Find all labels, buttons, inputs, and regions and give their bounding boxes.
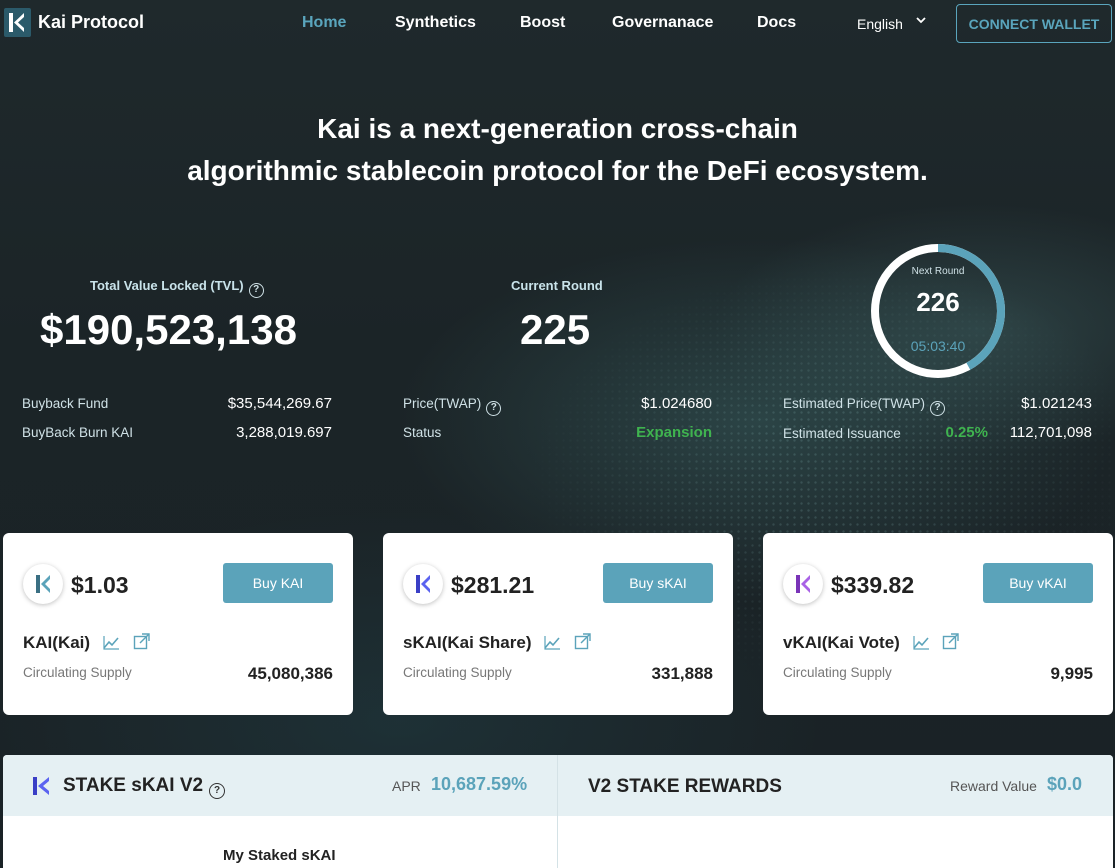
nav-boost[interactable]: Boost <box>520 14 565 32</box>
connect-wallet-button[interactable]: CONNECT WALLET <box>956 4 1112 43</box>
help-icon[interactable]: ? <box>209 783 226 799</box>
tvl-label: Total Value Locked (TVL)? <box>90 278 264 298</box>
estimated-issuance-percent: 0.25% <box>945 424 988 441</box>
tvl-label-text: Total Value Locked (TVL) <box>90 278 244 293</box>
estimated-issuance-value: 112,701,098 <box>1009 424 1092 441</box>
next-round-value: 226 <box>916 287 960 317</box>
buy-vkai-button[interactable]: Buy vKAI <box>983 563 1093 603</box>
chart-icon[interactable] <box>912 635 930 655</box>
reward-value-label: Reward Value <box>950 778 1037 794</box>
next-round-countdown: 05:03:40 <box>910 338 966 354</box>
stake-title: STAKE sKAI V2? <box>63 775 226 799</box>
buy-kai-button[interactable]: Buy KAI <box>223 563 333 603</box>
current-round-value: 225 <box>520 306 591 353</box>
estimated-price-label: Estimated Price(TWAP)? <box>783 396 946 416</box>
chart-icon[interactable] <box>544 635 561 655</box>
current-round-label: Current Round <box>511 278 603 293</box>
estimated-price-label-text: Estimated Price(TWAP) <box>783 396 926 411</box>
help-icon[interactable]: ? <box>486 401 502 416</box>
help-icon[interactable]: ? <box>248 283 264 298</box>
buy-skai-button[interactable]: Buy sKAI <box>603 563 713 603</box>
rewards-title: V2 STAKE REWARDS <box>588 776 782 797</box>
kai-price: $1.03 <box>71 572 129 598</box>
skai-supply-value: 331,888 <box>651 664 713 683</box>
stake-divider <box>557 755 558 868</box>
estimated-price-value: $1.021243 <box>1021 395 1092 412</box>
apr-label: APR <box>392 778 421 794</box>
hero-line-1: Kai is a next-generation cross-chain <box>317 113 798 144</box>
vkai-token-icon <box>783 564 823 604</box>
chart-icon[interactable] <box>103 635 120 655</box>
buyback-burn-value: 3,288,019.697 <box>236 424 332 441</box>
brand-name[interactable]: Kai Protocol <box>38 12 144 33</box>
reward-value: $0.0 <box>1047 774 1083 794</box>
external-link-icon[interactable] <box>574 633 591 655</box>
kai-supply-value: 45,080,386 <box>247 664 333 683</box>
external-link-icon[interactable] <box>133 633 150 655</box>
hero-headline: Kai is a next-generation cross-chain alg… <box>0 108 1115 192</box>
buyback-fund-value: $35,544,269.67 <box>227 395 332 412</box>
skai-supply-label: Circulating Supply <box>403 665 512 680</box>
nav-docs[interactable]: Docs <box>757 14 796 32</box>
skai-price: $281.21 <box>451 572 535 598</box>
price-twap-label-text: Price(TWAP) <box>403 396 482 411</box>
skai-token-icon <box>403 564 443 604</box>
top-nav: Kai Protocol Home Synthetics Boost Gover… <box>0 0 1115 46</box>
next-round-timer: Next Round 226 05:03:40 <box>868 241 1008 381</box>
kai-token-name-text: KAI(Kai) <box>23 633 91 652</box>
kai-token-card: $1.03 Buy KAI KAI(Kai) Circulating Suppl… <box>3 533 353 715</box>
estimated-issuance-label: Estimated Issuance <box>783 426 901 441</box>
vkai-supply-value: 9,995 <box>1050 664 1093 683</box>
tvl-value: $190,523,138 <box>40 306 297 353</box>
apr-value: 10,687.59% <box>431 774 528 794</box>
stake-panel: STAKE sKAI V2? APR 10,687.59% V2 STAKE R… <box>3 755 1113 868</box>
vkai-token-name-text: vKAI(Kai Vote) <box>783 633 900 652</box>
buyback-burn-label: BuyBack Burn KAI <box>22 425 134 440</box>
kai-logo-icon[interactable] <box>4 8 31 37</box>
skai-token-name-text: sKAI(Kai Share) <box>403 633 532 652</box>
buyback-fund-label: Buyback Fund <box>22 396 109 411</box>
vkai-supply-label: Circulating Supply <box>783 665 892 680</box>
price-twap-value: $1.024680 <box>641 395 712 412</box>
nav-home[interactable]: Home <box>302 14 346 32</box>
language-select[interactable]: English <box>857 16 903 32</box>
status-value: Expansion <box>636 424 712 441</box>
stake-title-text: STAKE sKAI V2 <box>63 775 204 796</box>
skai-token-card: $281.21 Buy sKAI sKAI(Kai Share) Circula… <box>383 533 733 715</box>
kai-supply-label: Circulating Supply <box>23 665 132 680</box>
chevron-down-icon[interactable] <box>914 13 928 32</box>
vkai-price: $339.82 <box>831 572 915 598</box>
vkai-token-card: $339.82 Buy vKAI vKAI(Kai Vote) Circulat… <box>763 533 1113 715</box>
price-twap-label: Price(TWAP)? <box>403 396 502 416</box>
kai-token-icon <box>23 564 63 604</box>
skai-token-name: sKAI(Kai Share) <box>403 633 591 655</box>
nav-synthetics[interactable]: Synthetics <box>395 14 476 32</box>
status-label: Status <box>403 425 442 440</box>
next-round-label: Next Round <box>911 266 965 277</box>
vkai-token-name: vKAI(Kai Vote) <box>783 633 959 655</box>
external-link-icon[interactable] <box>942 633 959 655</box>
skai-stake-icon <box>31 775 53 802</box>
nav-governance[interactable]: Governanace <box>612 14 713 32</box>
hero-line-2: algorithmic stablecoin protocol for the … <box>187 155 928 186</box>
my-staked-label: My Staked sKAI <box>223 847 336 864</box>
kai-token-name: KAI(Kai) <box>23 633 150 655</box>
